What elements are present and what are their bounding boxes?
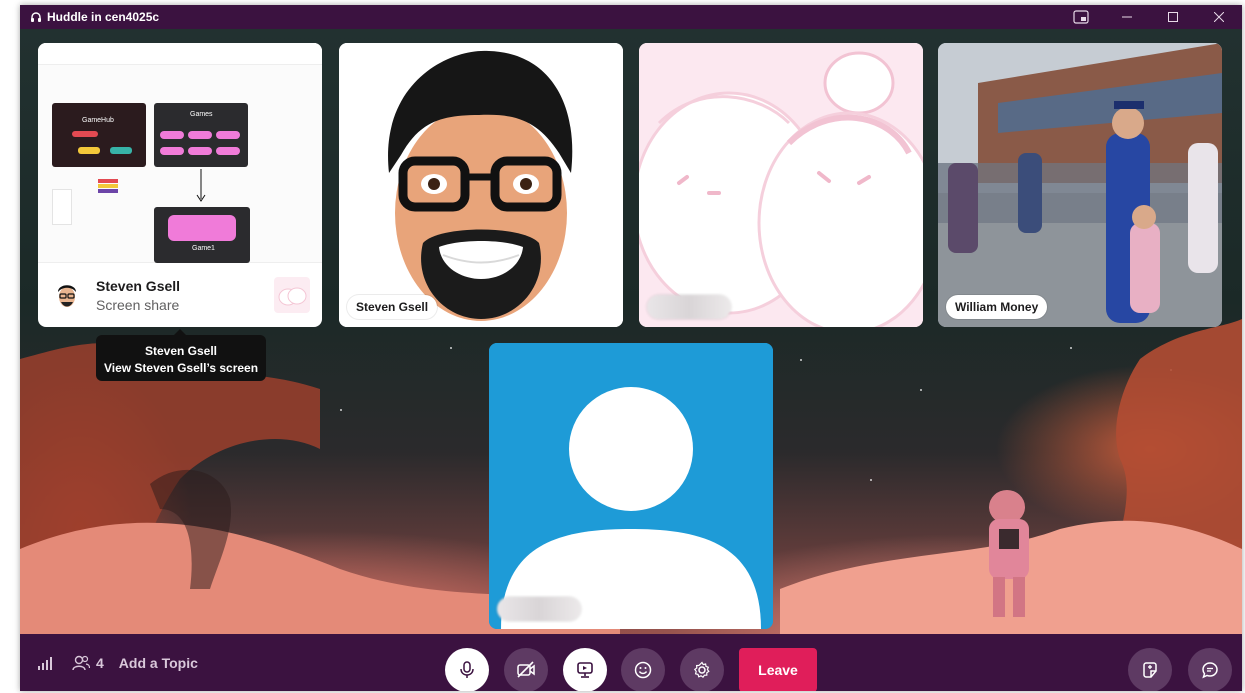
graduation-photo [938,43,1222,327]
connection-signal-icon[interactable] [38,656,54,670]
picture-in-picture-icon [1073,10,1089,24]
huddle-thread-button[interactable] [1188,648,1232,691]
bunny-sticker-image [639,43,923,327]
window-title: Huddle in cen4025c [20,10,159,24]
headphones-icon [31,12,41,22]
preview-frame-label: Games [190,111,213,118]
preview-button-red [72,131,98,137]
preview-pill [188,147,212,155]
title-bar: Huddle in cen4025c [20,5,1242,29]
microphone-button[interactable] [445,648,489,691]
huddle-toolbar: 4 Add a Topic Leave [20,634,1242,691]
screen-share-label: Screen share [96,296,180,313]
gear-icon [693,661,710,679]
preview-frame-game1: Game1 [154,207,250,263]
add-topic-link[interactable]: Add a Topic [119,655,198,671]
participant-tile-william-money[interactable]: William Money [938,43,1222,327]
preview-pill [188,131,212,139]
participant-tile-4[interactable] [489,343,773,629]
screen-share-tile[interactable]: GameHub Games Game1 Steven Gsell Screen … [38,43,322,327]
preview-color-swatches [98,179,118,197]
video-toggle-button[interactable] [504,648,548,691]
preview-frame-label: Game1 [192,245,215,252]
settings-button[interactable] [680,648,724,691]
share-screen-icon [577,662,593,678]
participants-button[interactable]: 4 [72,655,104,671]
emoji-icon [634,661,652,679]
maximize-button[interactable] [1150,5,1196,29]
sticker-thumbnail-icon [274,277,310,313]
participant-tile-steven-gsell[interactable]: Steven Gsell [339,43,623,327]
preview-arrow-icon [196,169,206,202]
sticker-button[interactable] [1128,648,1172,691]
preview-frame-games: Games [154,103,248,167]
participant-name-blurred [497,597,581,621]
preview-pill [160,147,184,155]
preview-pill [216,147,240,155]
leave-button[interactable]: Leave [739,648,817,691]
chat-bubble-icon [1202,662,1218,679]
minimize-icon [1122,16,1132,18]
default-avatar-image [489,343,773,629]
preview-button-teal [110,147,132,154]
reactions-button[interactable] [621,648,665,691]
huddle-window: Huddle in cen4025c GameHub Games Game1 S… [20,5,1242,691]
minimize-button[interactable] [1104,5,1150,29]
preview-frame-gamehub: GameHub [52,103,146,167]
preview-note [52,189,72,225]
maximize-icon [1168,12,1178,22]
people-icon [72,655,90,670]
video-off-icon [517,661,535,678]
tooltip-title: Steven Gsell [144,344,218,358]
cartoon-avatar-image [339,43,623,327]
participant-name: Steven Gsell [347,295,438,319]
sticker-add-icon [1143,662,1157,678]
screen-share-tooltip: Steven Gsell View Steven Gsell’s screen [96,329,266,381]
window-title-text: Huddle in cen4025c [47,10,160,24]
participant-name-blurred [647,295,731,319]
huddle-stage: GameHub Games Game1 Steven Gsell Screen … [20,29,1242,634]
participant-tile-2[interactable] [639,43,923,327]
presenter-name: Steven Gsell [96,277,181,294]
preview-pill [160,131,184,139]
tooltip-body: View Steven Gsell’s screen [103,361,259,375]
microphone-icon [460,661,474,678]
presenter-avatar [52,280,82,310]
screen-share-footer: Steven Gsell Screen share [38,263,322,327]
participant-name: William Money [946,295,1048,319]
preview-pink-block [168,215,236,241]
preview-toolbar [38,43,322,65]
preview-button-yellow [78,147,100,154]
preview-pill [216,131,240,139]
close-button[interactable] [1196,5,1242,29]
screen-share-preview[interactable]: GameHub Games Game1 [38,43,322,263]
participant-count: 4 [96,654,104,671]
close-icon [1214,12,1224,22]
preview-frame-label: GameHub [82,117,114,124]
share-screen-button[interactable] [563,648,607,691]
picture-in-picture-button[interactable] [1058,5,1104,29]
